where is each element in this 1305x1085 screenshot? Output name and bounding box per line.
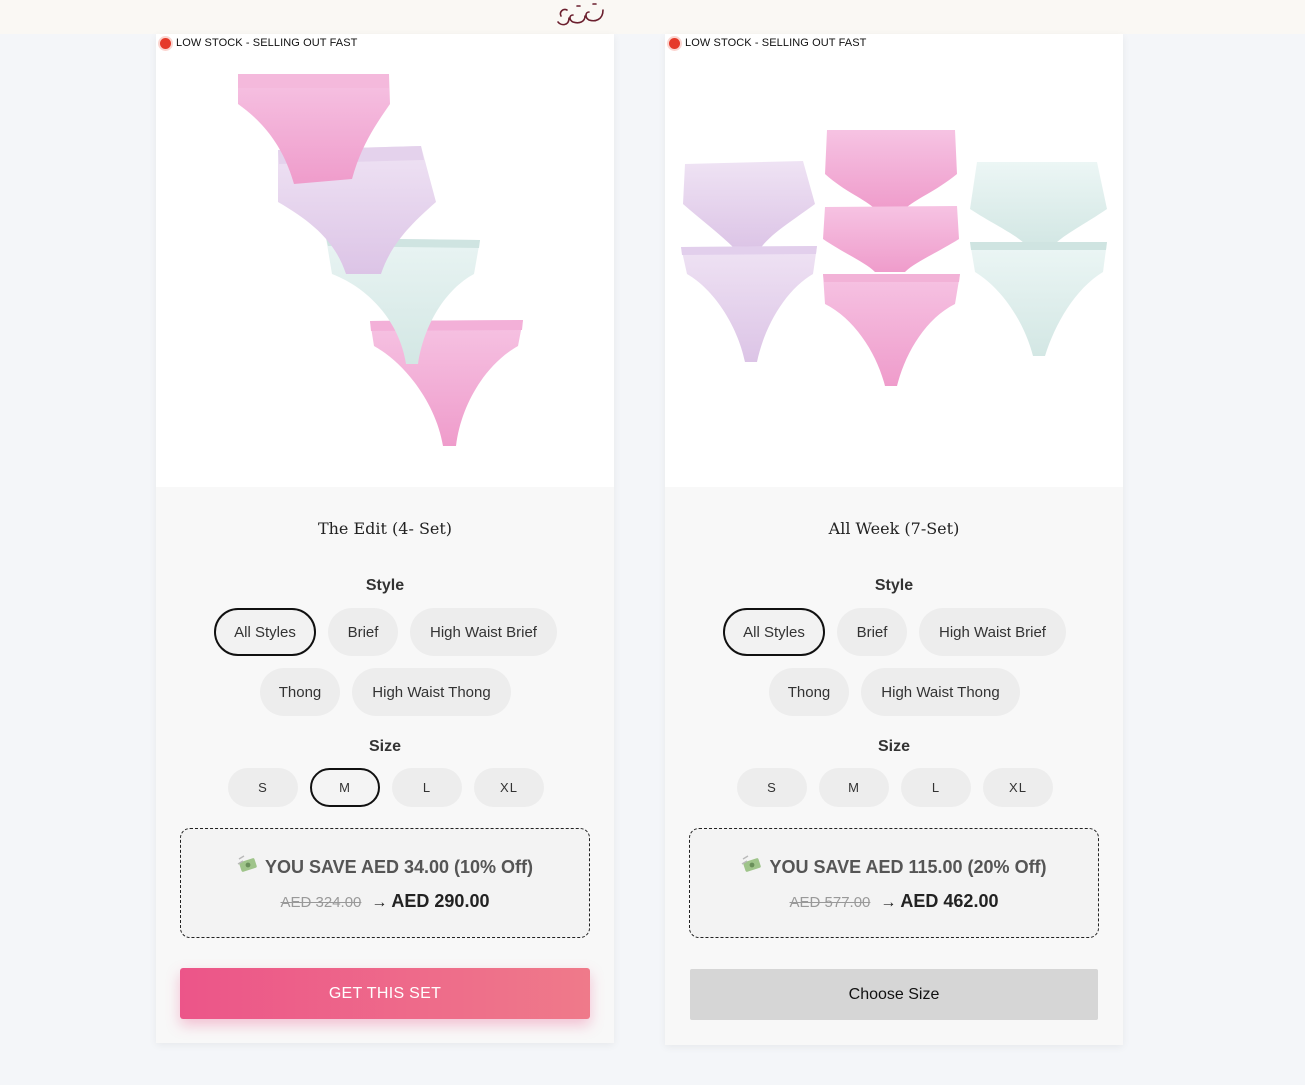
brand-logo[interactable] xyxy=(555,2,607,28)
alert-dot-icon xyxy=(669,37,680,49)
underwear-set-illustration xyxy=(681,130,1107,386)
low-stock-badge: LOW STOCK - SELLING OUT FAST xyxy=(160,37,358,49)
low-stock-text: LOW STOCK - SELLING OUT FAST xyxy=(176,37,358,49)
low-stock-text: LOW STOCK - SELLING OUT FAST xyxy=(685,37,867,49)
savings-line: YOU SAVE AED 115.00 (20% Off) xyxy=(690,855,1098,878)
original-price: AED 324.00 xyxy=(280,894,362,911)
size-option-l[interactable]: L xyxy=(392,768,462,807)
size-option-m[interactable]: M xyxy=(819,768,889,807)
product-title: The Edit (4- Set) xyxy=(317,519,453,538)
style-option-brief[interactable]: Brief xyxy=(837,608,907,656)
style-option-brief[interactable]: Brief xyxy=(328,608,398,656)
savings-text: YOU SAVE AED 115.00 (20% Off) xyxy=(769,857,1047,877)
style-option-all-styles[interactable]: All Styles xyxy=(214,608,316,656)
style-option-thong[interactable]: Thong xyxy=(769,668,849,716)
price-line: AED 577.00 → AED 462.00 xyxy=(690,891,1098,912)
product-image[interactable] xyxy=(665,34,1123,487)
style-option-high-waist-thong[interactable]: High Waist Thong xyxy=(352,668,511,716)
style-option-thong[interactable]: Thong xyxy=(260,668,340,716)
product-card-the-edit: LOW STOCK - SELLING OUT FAST The Edit (4… xyxy=(156,34,614,1043)
style-label: Style xyxy=(874,577,914,594)
size-label: Size xyxy=(368,738,401,755)
style-option-high-waist-brief[interactable]: High Waist Brief xyxy=(919,608,1066,656)
choose-size-button[interactable]: Choose Size xyxy=(690,969,1098,1020)
style-option-high-waist-brief[interactable]: High Waist Brief xyxy=(410,608,557,656)
savings-box: YOU SAVE AED 34.00 (10% Off) AED 324.00 →… xyxy=(180,828,590,938)
original-price: AED 577.00 xyxy=(789,894,871,911)
money-with-wings-icon xyxy=(237,855,259,878)
alert-dot-icon xyxy=(160,37,171,49)
style-option-all-styles[interactable]: All Styles xyxy=(723,608,825,656)
size-label: Size xyxy=(877,738,910,755)
product-image[interactable] xyxy=(156,34,614,487)
product-card-all-week: LOW STOCK - SELLING OUT FAST All Week (7… xyxy=(665,34,1123,1045)
arrow-right-icon: → xyxy=(371,894,388,911)
size-option-m[interactable]: M xyxy=(310,768,380,807)
price-line: AED 324.00 → AED 290.00 xyxy=(181,891,589,912)
style-label: Style xyxy=(365,577,405,594)
savings-line: YOU SAVE AED 34.00 (10% Off) xyxy=(181,855,589,878)
size-option-l[interactable]: L xyxy=(901,768,971,807)
arrow-right-icon: → xyxy=(880,894,897,911)
savings-box: YOU SAVE AED 115.00 (20% Off) AED 577.00… xyxy=(689,828,1099,938)
low-stock-badge: LOW STOCK - SELLING OUT FAST xyxy=(669,37,867,49)
money-with-wings-icon xyxy=(741,855,763,878)
sale-price: AED 462.00 xyxy=(900,891,999,911)
savings-text: YOU SAVE AED 34.00 (10% Off) xyxy=(264,857,534,877)
size-option-s[interactable]: S xyxy=(737,768,807,807)
size-option-xl[interactable]: XL xyxy=(983,768,1053,807)
style-option-high-waist-thong[interactable]: High Waist Thong xyxy=(861,668,1020,716)
top-header xyxy=(0,0,1305,34)
get-this-set-button[interactable]: GET THIS SET xyxy=(180,968,590,1019)
sale-price: AED 290.00 xyxy=(391,891,490,911)
product-title: All Week (7-Set) xyxy=(828,519,960,538)
size-option-xl[interactable]: XL xyxy=(474,768,544,807)
underwear-set-illustration xyxy=(238,74,523,446)
size-option-s[interactable]: S xyxy=(228,768,298,807)
